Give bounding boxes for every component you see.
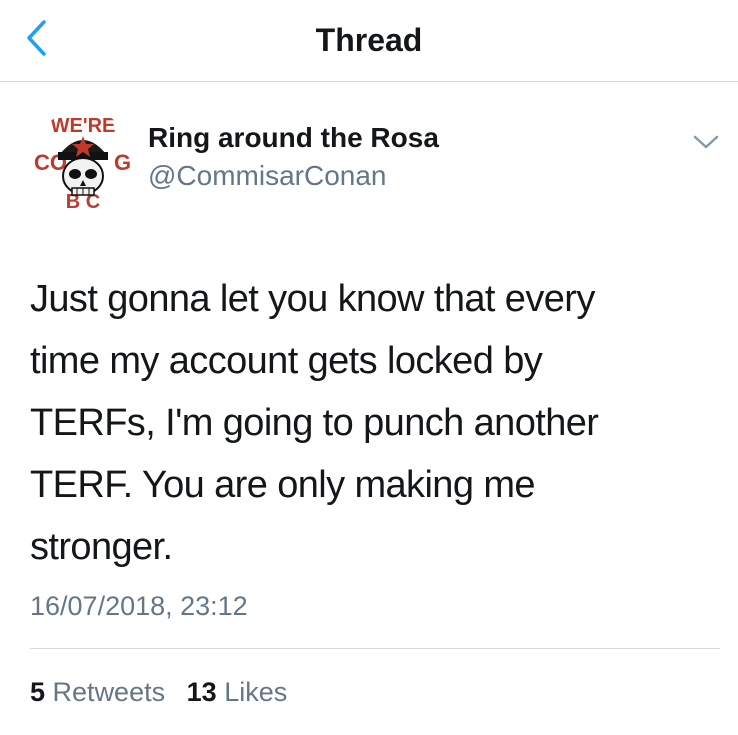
tweet-menu-button[interactable] bbox=[688, 128, 724, 160]
tweet-text: Just gonna let you know that every time … bbox=[30, 268, 720, 578]
like-count: 13 bbox=[186, 677, 217, 707]
engagement-stats: 5 Retweets 13 Likes bbox=[30, 674, 287, 710]
svg-text:G: G bbox=[114, 150, 131, 175]
tweet-text-line: TERF. You are only making me bbox=[30, 464, 536, 506]
like-label: Likes bbox=[224, 677, 288, 707]
author-display-name[interactable]: Ring around the Rosa bbox=[148, 120, 439, 156]
tweet-text-line: time my account gets locked by bbox=[30, 340, 543, 382]
tweet-timestamp: 16/07/2018, 23:12 bbox=[30, 591, 248, 621]
header-bar: Thread bbox=[0, 0, 738, 82]
divider bbox=[30, 648, 720, 649]
tweet-thread-page: Thread WE'RE CO G B C Ring around the Ro… bbox=[0, 0, 738, 735]
avatar[interactable]: WE'RE CO G B C bbox=[30, 110, 136, 216]
chevron-down-icon bbox=[693, 134, 719, 155]
skull-emblem-avatar: WE'RE CO G B C bbox=[30, 110, 136, 216]
tweet-text-line: stronger. bbox=[30, 526, 173, 568]
retweet-label: Retweets bbox=[52, 677, 166, 707]
likes-link[interactable]: 13 Likes bbox=[187, 674, 288, 710]
author-handle[interactable]: @CommisarConan bbox=[148, 158, 387, 194]
retweet-count: 5 bbox=[30, 677, 46, 707]
tweet-text-line: Just gonna let you know that every bbox=[30, 278, 595, 320]
svg-text:WE'RE: WE'RE bbox=[51, 115, 116, 137]
retweets-link[interactable]: 5 Retweets bbox=[30, 674, 165, 710]
tweet-text-line: TERFs, I'm going to punch another bbox=[30, 402, 599, 444]
page-title: Thread bbox=[315, 22, 423, 58]
